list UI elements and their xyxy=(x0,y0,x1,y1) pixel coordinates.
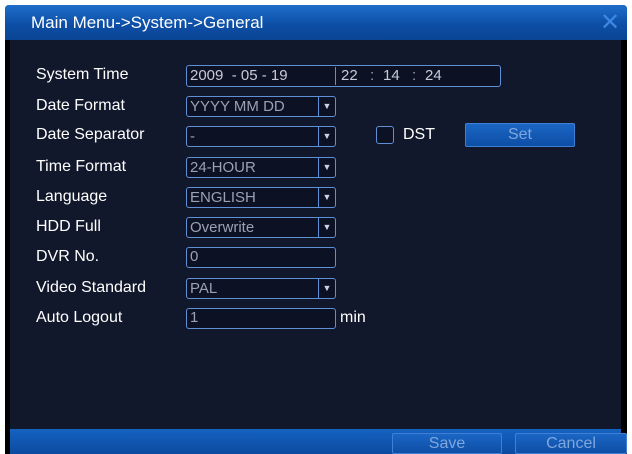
time-format-select[interactable]: 24-HOUR ▼ xyxy=(186,157,336,178)
footer-bar: Save Cancel xyxy=(10,429,627,454)
time-format-value: 24-HOUR xyxy=(190,159,256,176)
chevron-down-icon[interactable]: ▼ xyxy=(318,188,335,207)
hour-value[interactable]: 22 xyxy=(341,67,358,85)
date-separator-value: - xyxy=(190,128,195,145)
chevron-down-icon[interactable]: ▼ xyxy=(318,279,335,298)
video-standard-select[interactable]: PAL ▼ xyxy=(186,278,336,299)
date-format-select[interactable]: YYYY MM DD ▼ xyxy=(186,96,336,117)
time-format-label: Time Format xyxy=(36,158,127,175)
auto-logout-unit: min xyxy=(340,309,366,326)
window-title: Main Menu->System->General xyxy=(31,13,264,32)
dst-set-button[interactable]: Set xyxy=(465,123,575,147)
cancel-button[interactable]: Cancel xyxy=(515,433,627,454)
video-standard-value: PAL xyxy=(190,280,218,297)
second-value[interactable]: 24 xyxy=(425,67,442,85)
minute-value[interactable]: 14 xyxy=(383,67,400,85)
hdd-full-label: HDD Full xyxy=(36,218,101,235)
auto-logout-label: Auto Logout xyxy=(36,309,123,326)
time-separator: : xyxy=(370,67,375,84)
title-bar: Main Menu->System->General ✕ xyxy=(5,5,627,40)
date-format-value: YYYY MM DD xyxy=(190,98,285,115)
chevron-down-icon[interactable]: ▼ xyxy=(318,127,335,146)
date-separator-label: Date Separator xyxy=(36,126,145,143)
settings-window: Main Menu->System->General ✕ System Time… xyxy=(5,5,627,454)
dst-label: DST xyxy=(403,126,435,143)
date-separator-select[interactable]: - ▼ xyxy=(186,126,336,147)
chevron-down-icon[interactable]: ▼ xyxy=(318,218,335,237)
dvr-no-input[interactable]: 0 xyxy=(186,247,336,268)
system-date-value[interactable]: 2009 - 05 - 19 xyxy=(190,67,288,85)
time-separator: : xyxy=(412,67,417,84)
language-value: ENGLISH xyxy=(190,189,256,206)
video-standard-label: Video Standard xyxy=(36,279,147,296)
date-time-divider xyxy=(335,67,336,85)
hdd-full-value: Overwrite xyxy=(190,219,255,236)
general-settings-panel: System Time 2009 - 05 - 19 22 : 14 : 24 … xyxy=(10,40,621,429)
save-button[interactable]: Save xyxy=(392,433,502,454)
date-format-label: Date Format xyxy=(36,97,125,114)
close-icon[interactable]: ✕ xyxy=(599,11,621,35)
language-label: Language xyxy=(36,188,108,205)
language-select[interactable]: ENGLISH ▼ xyxy=(186,187,336,208)
dvr-no-label: DVR No. xyxy=(36,248,100,265)
hdd-full-select[interactable]: Overwrite ▼ xyxy=(186,217,336,238)
auto-logout-input[interactable]: 1 xyxy=(186,308,336,329)
system-time-label: System Time xyxy=(36,66,129,83)
chevron-down-icon[interactable]: ▼ xyxy=(318,158,335,177)
chevron-down-icon[interactable]: ▼ xyxy=(318,97,335,116)
system-time-field[interactable]: 2009 - 05 - 19 22 : 14 : 24 xyxy=(186,65,501,87)
dst-checkbox[interactable] xyxy=(376,126,394,144)
